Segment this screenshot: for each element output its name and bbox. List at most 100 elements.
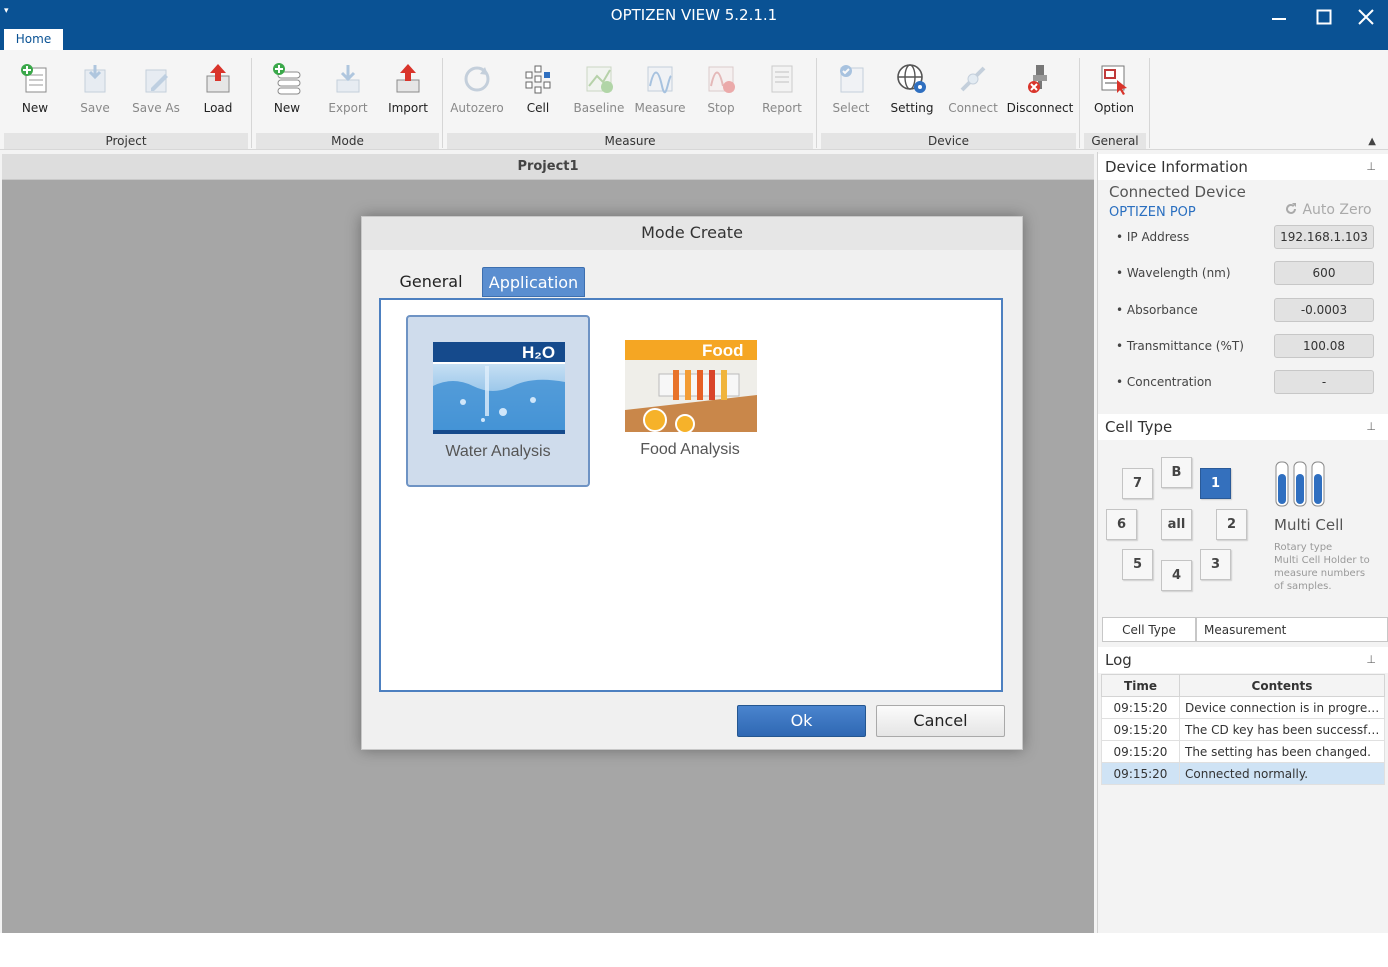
refresh-icon: [1286, 203, 1296, 214]
cancel-button[interactable]: Cancel: [876, 705, 1005, 737]
globe-gear-icon: [897, 64, 926, 93]
subtab-cell-type[interactable]: Cell Type: [1102, 617, 1196, 642]
water-analysis-tile[interactable]: H₂O Water Analysis: [406, 315, 590, 487]
table-row[interactable]: 09:15:20 The setting has been changed.: [1101, 740, 1385, 763]
baseline-button[interactable]: Baseline: [569, 60, 629, 122]
report-button[interactable]: Report: [752, 60, 812, 122]
cell-6-button[interactable]: 6: [1106, 509, 1137, 540]
pin-icon[interactable]: ⊥: [1366, 154, 1376, 180]
new-mode-icon: [273, 63, 301, 95]
cell-5-button[interactable]: 5: [1122, 549, 1153, 580]
project-save-button[interactable]: Save: [65, 60, 125, 122]
project-load-button[interactable]: Load: [188, 60, 248, 122]
cell-all-button[interactable]: all: [1161, 509, 1192, 540]
pin-icon[interactable]: ⊥: [1366, 647, 1376, 673]
cell-3-button[interactable]: 3: [1200, 549, 1231, 580]
device-disconnect-button[interactable]: Disconnect: [1005, 60, 1075, 122]
option-label: Option: [1093, 101, 1135, 115]
ribbon: New Save Save As Load Project New Export…: [0, 50, 1388, 150]
autozero-button[interactable]: Autozero: [447, 60, 507, 122]
tab-application[interactable]: Application: [482, 267, 585, 297]
measure-icon: [647, 66, 673, 94]
cell-button[interactable]: Cell: [508, 60, 568, 122]
stop-button[interactable]: Stop: [691, 60, 751, 122]
report-label: Report: [762, 101, 802, 115]
log-time: 09:15:20: [1101, 696, 1180, 719]
project-save-as-button[interactable]: Save As: [126, 60, 186, 122]
project-save-label: Save: [80, 101, 110, 115]
autozero-label: Autozero: [450, 101, 504, 115]
log-time: 09:15:20: [1101, 740, 1180, 763]
new-project-icon: [21, 64, 47, 93]
description-line: of samples.: [1274, 581, 1332, 592]
cell-type-title: Cell Type: [1105, 418, 1173, 436]
device-select-button[interactable]: Select: [821, 60, 881, 122]
auto-zero-button[interactable]: Auto Zero: [1284, 202, 1372, 218]
window-title: OPTIZEN VIEW 5.2.1.1: [610, 6, 778, 24]
device-setting-button[interactable]: Setting: [882, 60, 942, 122]
minimize-button[interactable]: [1262, 4, 1296, 30]
cell-b-button[interactable]: B: [1161, 457, 1192, 488]
cell-2-button[interactable]: 2: [1216, 509, 1247, 540]
option-button[interactable]: Option: [1084, 60, 1144, 122]
save-icon: [84, 65, 106, 93]
pin-icon[interactable]: ⊥: [1366, 414, 1376, 440]
time-column-header[interactable]: Time: [1101, 674, 1180, 697]
wavelength-label: • Wavelength (nm): [1116, 266, 1231, 280]
multi-cell-title: Multi Cell: [1274, 516, 1344, 534]
multi-cell-tubes-icon: [1275, 461, 1325, 507]
concentration-value: -: [1274, 370, 1374, 394]
subtab-measurement[interactable]: Measurement: [1196, 617, 1388, 642]
log-time: 09:15:20: [1101, 762, 1180, 785]
close-icon: [1358, 9, 1374, 25]
tab-home[interactable]: Home: [4, 29, 63, 50]
device-select-label: Select: [832, 101, 870, 115]
baseline-label: Baseline: [573, 101, 625, 115]
food-analysis-tile[interactable]: Food Food Analysis: [600, 315, 784, 487]
transmittance-label: • Transmittance (%T): [1116, 339, 1244, 353]
mode-create-dialog: Mode Create General Application H₂O Wate…: [361, 216, 1023, 750]
water-badge: H₂O: [522, 343, 556, 362]
ok-button[interactable]: Ok: [737, 705, 866, 737]
table-row[interactable]: 09:15:20 The CD key has been successfully…: [1101, 718, 1385, 741]
export-icon: [336, 65, 360, 93]
right-side-pane: Device Information ⊥ Connected Device OP…: [1097, 152, 1388, 933]
collapse-ribbon-icon[interactable]: ▲: [1368, 136, 1376, 147]
close-button[interactable]: [1349, 4, 1383, 30]
title-bar: ▾ OPTIZEN VIEW 5.2.1.1 Home: [0, 0, 1388, 50]
device-information-title: Device Information: [1105, 158, 1248, 176]
log-header: Log ⊥: [1098, 647, 1388, 673]
mode-import-button[interactable]: Import: [378, 60, 438, 122]
cell-4-button[interactable]: 4: [1161, 560, 1192, 591]
mode-export-button[interactable]: Export: [318, 60, 378, 122]
water-analysis-label: Water Analysis: [445, 443, 551, 460]
cell-7-button[interactable]: 7: [1122, 468, 1153, 499]
project-load-label: Load: [203, 101, 233, 115]
mode-export-label: Export: [328, 101, 368, 115]
cell-type-header: Cell Type ⊥: [1098, 414, 1388, 440]
table-row[interactable]: 09:15:20 Device connection is in progress…: [1101, 696, 1385, 719]
tab-general[interactable]: General: [392, 267, 470, 297]
description-line: Rotary type: [1274, 542, 1333, 553]
option-icon: [1101, 65, 1127, 95]
maximize-button[interactable]: [1307, 4, 1341, 30]
measure-label: Measure: [634, 101, 686, 115]
cell-label: Cell: [526, 101, 550, 115]
measure-button[interactable]: Measure: [630, 60, 690, 122]
cell-1-button[interactable]: 1: [1200, 468, 1231, 499]
description-line: Multi Cell Holder to: [1274, 555, 1370, 566]
table-row[interactable]: 09:15:20 Connected normally.: [1101, 762, 1385, 785]
project-new-button[interactable]: New: [5, 60, 65, 122]
device-setting-label: Setting: [890, 101, 934, 115]
stop-icon: [708, 66, 735, 93]
dialog-title: Mode Create: [362, 217, 1022, 250]
log-contents: Device connection is in progress...: [1179, 696, 1385, 719]
mode-new-button[interactable]: New: [257, 60, 317, 122]
absorbance-value: -0.0003: [1274, 298, 1374, 322]
device-connect-button[interactable]: Connect: [943, 60, 1003, 122]
contents-column-header[interactable]: Contents: [1179, 674, 1385, 697]
ribbon-separator: [1149, 58, 1150, 148]
absorbance-label: • Absorbance: [1116, 303, 1198, 317]
multi-cell-description: Rotary type Multi Cell Holder to measure…: [1274, 541, 1370, 593]
mode-import-label: Import: [388, 101, 428, 115]
